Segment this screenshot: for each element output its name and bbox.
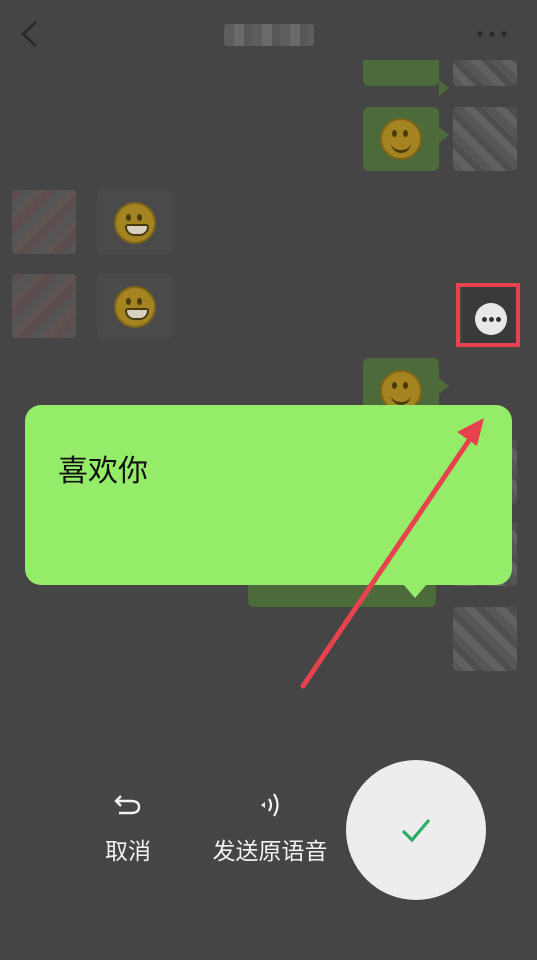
send-voice-label: 发送原语音 [212, 839, 328, 865]
cancel-label: 取消 [105, 839, 151, 865]
chevron-left-icon[interactable] [18, 20, 42, 48]
avatar [453, 60, 517, 86]
chat-title-blurred [224, 24, 314, 46]
sent-message-bubble [363, 107, 449, 171]
sent-message-bubble [363, 358, 449, 412]
avatar [453, 107, 517, 171]
received-message-bubble [97, 274, 173, 338]
avatar [12, 190, 76, 254]
received-message-bubble [97, 190, 173, 254]
voice-wave-icon [261, 793, 279, 817]
highlight-box [456, 283, 520, 347]
voice-to-text-screen: 7" 喜欢你 取消 发送原语音 [0, 0, 537, 960]
grin-emoji-icon [114, 286, 156, 328]
avatar [453, 607, 517, 671]
checkmark-icon [401, 818, 431, 843]
avatar [12, 274, 76, 338]
chat-history [0, 60, 537, 720]
grin-emoji-icon [114, 202, 156, 244]
cancel-button[interactable]: 取消 [98, 792, 158, 866]
sent-message-bubble [363, 60, 449, 96]
recognized-text: 喜欢你 [58, 454, 148, 489]
recognized-text-panel[interactable]: 喜欢你 [25, 405, 512, 598]
ellipsis-icon[interactable] [474, 24, 510, 44]
send-original-voice-button[interactable]: 发送原语音 [200, 792, 340, 866]
smile-emoji-icon [380, 118, 422, 160]
undo-arrow-icon [114, 795, 141, 815]
confirm-button[interactable] [346, 760, 486, 900]
